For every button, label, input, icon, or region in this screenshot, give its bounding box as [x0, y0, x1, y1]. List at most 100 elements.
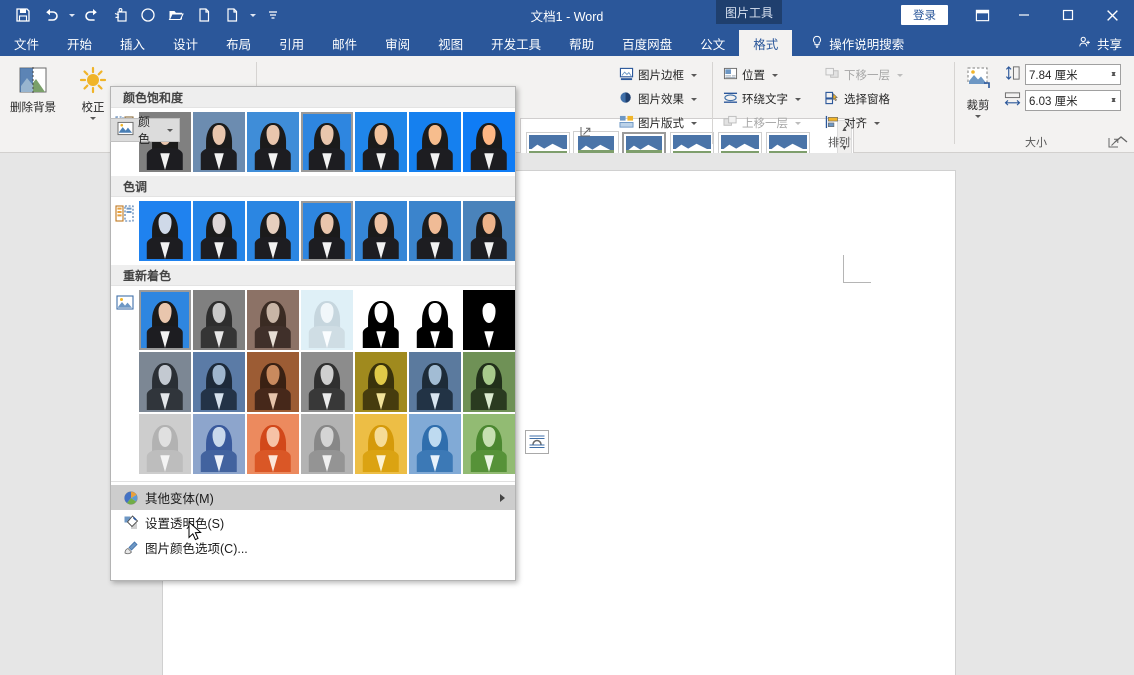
width-input[interactable]: 6.03 厘米 ▲ ▼ — [1025, 90, 1121, 111]
maximize-icon[interactable] — [1046, 0, 1090, 30]
undo-dropdown-icon[interactable] — [66, 3, 77, 27]
picture-effects-icon — [619, 91, 634, 108]
recolor-thumb-0-6[interactable] — [463, 290, 515, 350]
lightbulb-icon — [810, 35, 824, 52]
close-icon[interactable] — [1090, 0, 1134, 30]
tone-thumb-5[interactable] — [409, 201, 461, 261]
recolor-thumb-2-1[interactable] — [193, 414, 245, 474]
tone-thumb-0[interactable] — [139, 201, 191, 261]
remove-background-button[interactable]: 删除背景 — [2, 60, 64, 115]
tab-insert[interactable]: 插入 — [106, 30, 159, 56]
recolor-thumb-2-0[interactable] — [139, 414, 191, 474]
customize-qat-icon[interactable] — [260, 3, 286, 27]
saturation-thumb-6[interactable] — [463, 112, 515, 172]
tab-design[interactable]: 设计 — [159, 30, 212, 56]
picture-color-options-menu-item[interactable]: 图片颜色选项(C)... — [111, 535, 515, 560]
recolor-thumb-1-3[interactable] — [301, 352, 353, 412]
redo-icon[interactable] — [79, 3, 105, 27]
wrap-text-dropdown-icon[interactable] — [795, 97, 801, 101]
recolor-thumb-0-3[interactable] — [301, 290, 353, 350]
corrections-dropdown-icon[interactable] — [90, 117, 96, 120]
layout-options-icon[interactable] — [525, 430, 549, 454]
tone-thumb-2[interactable] — [247, 201, 299, 261]
color-dropdown-menu[interactable]: 颜色饱和度 色调 重新着色 其他变体(M) 设置透明色(S) 图片颜色选项(C)… — [110, 86, 516, 581]
tab-format[interactable]: 格式 — [739, 30, 793, 56]
picture-layout-icon — [619, 115, 634, 132]
crop-button[interactable]: 裁剪 — [956, 60, 1000, 118]
tone-thumb-1[interactable] — [193, 201, 245, 261]
recolor-thumb-1-1[interactable] — [193, 352, 245, 412]
recolor-thumb-0-1[interactable] — [193, 290, 245, 350]
height-input[interactable]: 7.84 厘米 ▲ ▼ — [1025, 64, 1121, 85]
new-doc-icon[interactable] — [191, 3, 217, 27]
tone-thumb-3[interactable] — [301, 201, 353, 261]
picture-effects-button[interactable]: 图片效果 — [614, 88, 702, 110]
tab-view[interactable]: 视图 — [424, 30, 477, 56]
tab-developer[interactable]: 开发工具 — [477, 30, 555, 56]
selection-pane-button[interactable]: 选择窗格 — [820, 88, 895, 110]
recolor-thumb-2-3[interactable] — [301, 414, 353, 474]
set-transparent-color-menu-item[interactable]: 设置透明色(S) — [111, 510, 515, 535]
tab-layout[interactable]: 布局 — [212, 30, 265, 56]
tab-help[interactable]: 帮助 — [555, 30, 608, 56]
ribbon-display-options-icon[interactable] — [962, 0, 1002, 30]
tell-me-search[interactable]: 操作说明搜索 — [792, 30, 904, 56]
picture-layout-dropdown-icon[interactable] — [691, 121, 697, 125]
tone-thumb-6[interactable] — [463, 201, 515, 261]
saturation-thumb-1[interactable] — [193, 112, 245, 172]
recolor-thumb-2-2[interactable] — [247, 414, 299, 474]
wrap-text-button[interactable]: 环绕文字 — [718, 88, 806, 110]
touch-mode-icon[interactable] — [107, 3, 133, 27]
shape-height-field[interactable]: 7.84 厘米 ▲ ▼ — [1004, 64, 1121, 85]
sign-in-button[interactable]: 登录 — [901, 5, 948, 25]
saturation-thumb-4[interactable] — [355, 112, 407, 172]
tab-baidu-netdisk[interactable]: 百度网盘 — [608, 30, 686, 56]
tab-mailings[interactable]: 邮件 — [318, 30, 371, 56]
recolor-thumb-1-2[interactable] — [247, 352, 299, 412]
tab-file[interactable]: 文件 — [0, 30, 53, 56]
share-button[interactable]: 共享 — [1078, 30, 1122, 56]
recolor-thumb-0-4[interactable] — [355, 290, 407, 350]
undo-icon[interactable] — [38, 3, 64, 27]
saturation-thumb-3[interactable] — [301, 112, 353, 172]
recolor-thumb-1-6[interactable] — [463, 352, 515, 412]
tone-thumb-4[interactable] — [355, 201, 407, 261]
crop-dropdown-icon[interactable] — [975, 115, 981, 118]
recolor-thumb-1-0[interactable] — [139, 352, 191, 412]
saturation-thumb-5[interactable] — [409, 112, 461, 172]
tab-references[interactable]: 引用 — [265, 30, 318, 56]
picture-border-dropdown-icon[interactable] — [691, 73, 697, 77]
picture-layout-button[interactable]: 图片版式 — [614, 112, 702, 134]
new-dropdown-icon[interactable] — [247, 3, 258, 27]
recolor-thumb-1-4[interactable] — [355, 352, 407, 412]
open-icon[interactable] — [163, 3, 189, 27]
tab-home[interactable]: 开始 — [53, 30, 106, 56]
color-dropdown-icon[interactable] — [167, 128, 173, 132]
picture-effects-dropdown-icon[interactable] — [691, 97, 697, 101]
picture-styles-dialog-launcher[interactable] — [580, 126, 592, 138]
picture-border-button[interactable]: 图片边框 — [614, 64, 702, 86]
saturation-thumb-2[interactable] — [247, 112, 299, 172]
height-icon — [1004, 65, 1021, 84]
recolor-thumb-1-5[interactable] — [409, 352, 461, 412]
minimize-icon[interactable] — [1002, 0, 1046, 30]
shape-width-field[interactable]: 6.03 厘米 ▲ ▼ — [1004, 90, 1121, 111]
align-dropdown-icon[interactable] — [874, 121, 880, 125]
position-button[interactable]: 位置 — [718, 64, 783, 86]
color-button[interactable]: 颜色 — [110, 115, 180, 146]
collapse-ribbon-icon[interactable] — [1114, 134, 1128, 148]
recolor-thumb-0-5[interactable] — [409, 290, 461, 350]
recolor-thumb-2-4[interactable] — [355, 414, 407, 474]
new-blank-icon[interactable] — [219, 3, 245, 27]
recolor-thumb-0-0[interactable] — [139, 290, 191, 350]
more-variants-menu-item[interactable]: 其他变体(M) — [111, 485, 515, 510]
recolor-thumb-2-5[interactable] — [409, 414, 461, 474]
tab-review[interactable]: 审阅 — [371, 30, 424, 56]
save-icon[interactable] — [10, 3, 36, 27]
tab-official-doc[interactable]: 公文 — [686, 30, 739, 56]
align-button[interactable]: 对齐 — [820, 112, 885, 134]
recolor-thumb-2-6[interactable] — [463, 414, 515, 474]
circle-icon[interactable] — [135, 3, 161, 27]
recolor-thumb-0-2[interactable] — [247, 290, 299, 350]
position-dropdown-icon[interactable] — [772, 73, 778, 77]
